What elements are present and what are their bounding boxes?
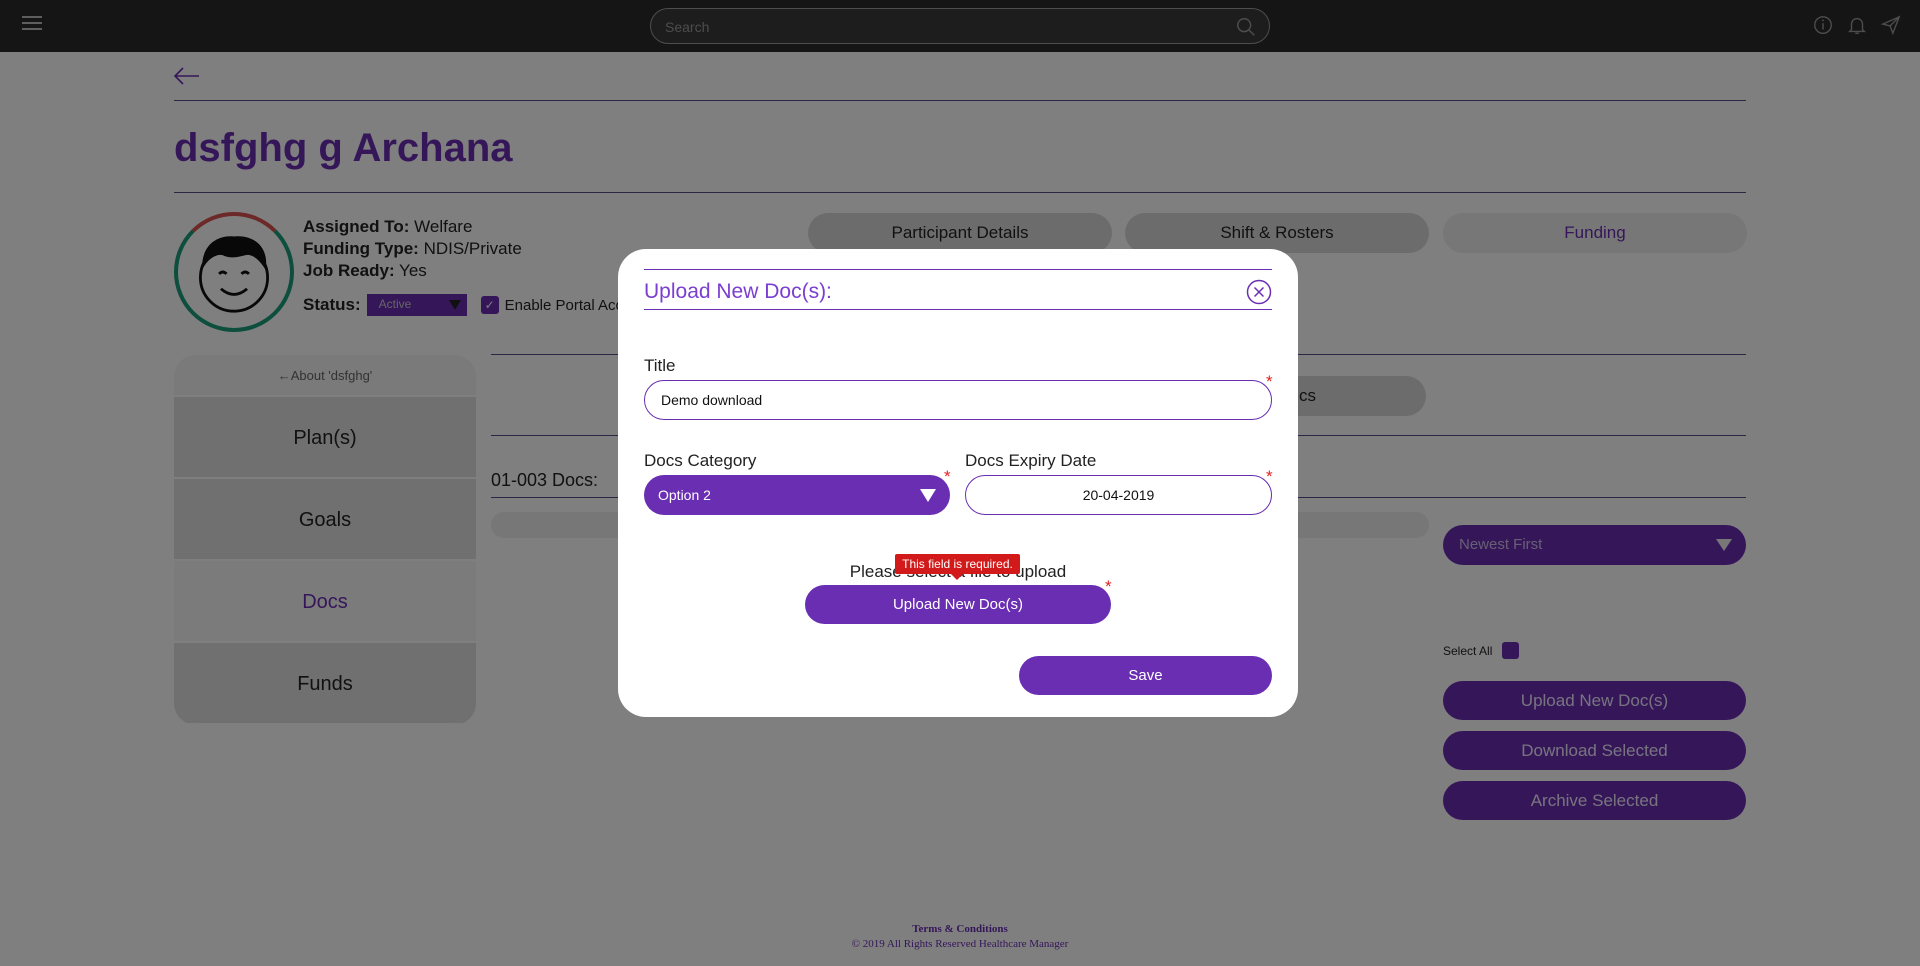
- docs-expiry-label: Docs Expiry Date: [965, 451, 1097, 470]
- modal-title: Upload New Doc(s):: [644, 280, 832, 303]
- docs-expiry-input[interactable]: [965, 475, 1272, 515]
- validation-message: This field is required.: [902, 557, 1013, 571]
- modal-top-divider: [644, 269, 1272, 270]
- save-button[interactable]: Save: [1019, 656, 1272, 695]
- title-input[interactable]: [644, 380, 1272, 420]
- docs-category-label: Docs Category: [644, 451, 757, 470]
- upload-doc-modal: Upload New Doc(s): Title * Docs Category…: [618, 249, 1298, 717]
- tooltip-arrow: [951, 574, 963, 580]
- close-icon[interactable]: [1246, 279, 1272, 305]
- upload-file-button[interactable]: Upload New Doc(s): [805, 585, 1111, 624]
- docs-category-value: Option 2: [658, 487, 711, 503]
- validation-tooltip: This field is required.: [895, 554, 1020, 580]
- chevron-down-icon: [920, 489, 936, 502]
- modal-title-divider: [644, 309, 1272, 310]
- title-field-label: Title: [644, 356, 676, 375]
- docs-category-select[interactable]: Option 2: [644, 475, 950, 515]
